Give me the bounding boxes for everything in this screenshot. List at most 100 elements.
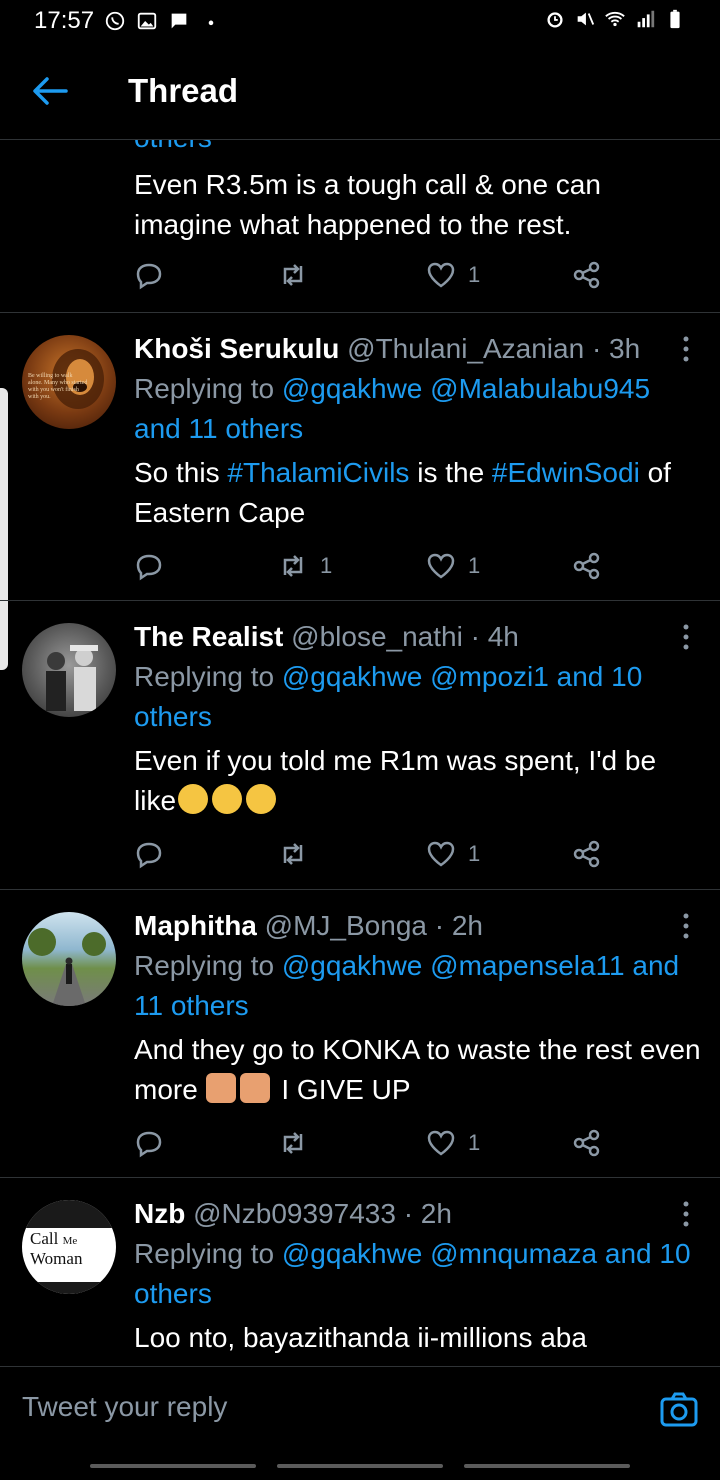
heart-icon [427, 841, 455, 867]
signal-icon [637, 10, 655, 28]
timestamp: · 2h [403, 1198, 452, 1229]
retweet-icon [283, 1132, 303, 1154]
replying-to: Replying to @gqakhwe @Malabulabu945 and … [134, 369, 704, 449]
avatar[interactable] [22, 912, 116, 1006]
share-icon [573, 261, 600, 289]
share-icon [573, 840, 600, 868]
like-count: 1 [468, 1130, 481, 1155]
display-name[interactable]: Maphitha [134, 910, 257, 941]
battery-icon [670, 9, 680, 29]
reply-icon [136, 263, 162, 290]
like-button[interactable]: 1 [426, 1126, 480, 1160]
nav-hint-left [90, 1464, 256, 1468]
whatsapp-icon [105, 11, 125, 31]
tweet-item[interactable]: others Even R3.5m is a tough call & one … [0, 140, 720, 313]
hashtag-link[interactable]: #EdwinSodi [492, 457, 640, 488]
share-button[interactable] [572, 1126, 602, 1160]
thread-feed[interactable]: others Even R3.5m is a tough call & one … [0, 140, 720, 1366]
camera-icon[interactable] [660, 1391, 698, 1429]
tweet-item[interactable]: Maphitha @MJ_Bonga · 2h Replying to @gqa… [0, 890, 720, 1178]
reply-compose-bar: Tweet your reply [0, 1366, 720, 1458]
display-name[interactable]: Nzb [134, 1198, 185, 1229]
share-button[interactable] [572, 549, 602, 583]
person-road-photo [28, 928, 106, 1006]
rolling-eyes-emoji [212, 784, 243, 814]
replying-to: Replying to @gqakhwe @mpozi1 and 10 othe… [134, 657, 704, 737]
message-icon [171, 13, 187, 29]
share-button[interactable] [572, 258, 602, 292]
retweet-button[interactable] [278, 258, 308, 292]
book-title-word: Call [30, 1229, 59, 1248]
like-count: 1 [468, 262, 481, 287]
nav-hint-center [277, 1464, 443, 1468]
shrug-emoji [239, 1073, 270, 1103]
text-part: So this [134, 457, 228, 488]
tweet-actions: 1 [134, 258, 614, 292]
reply-icon [136, 842, 162, 869]
like-count: 1 [468, 553, 481, 578]
avatar-quote: Be willing to walk alone. Many who start… [28, 373, 88, 400]
replying-prefix: Replying to [134, 661, 275, 692]
reply-button[interactable] [134, 1126, 164, 1160]
replying-prefix: Replying to [134, 1238, 275, 1269]
replying-to-partial[interactable]: others [134, 140, 704, 158]
status-time: 17:57 [34, 7, 95, 34]
retweet-count: 1 [320, 553, 333, 578]
retweet-icon [283, 264, 303, 286]
reply-button[interactable] [134, 837, 164, 871]
retweet-button[interactable] [278, 837, 308, 871]
retweet-button[interactable] [278, 1126, 308, 1160]
more-options-icon[interactable] [680, 335, 692, 363]
avatar[interactable] [22, 623, 116, 717]
more-options-icon[interactable] [680, 1200, 692, 1228]
reply-input[interactable]: Tweet your reply [22, 1391, 227, 1423]
text-part: is the [409, 457, 492, 488]
heart-icon [427, 1130, 455, 1156]
more-options-icon[interactable] [680, 912, 692, 940]
tweet-actions: 1 [134, 1126, 614, 1160]
reply-button[interactable] [134, 258, 164, 292]
rolling-eyes-emoji [178, 784, 209, 814]
tweet-meta: Khoši Serukulu @Thulani_Azanian · 3h [134, 329, 694, 369]
book-cover-bottom [22, 1282, 116, 1294]
handle[interactable]: @blose_nathi [291, 621, 463, 652]
nav-hint-right [464, 1464, 630, 1468]
retweet-button[interactable]: 1 [278, 549, 332, 583]
reply-button[interactable] [134, 549, 164, 583]
display-name[interactable]: Khoši Serukulu [134, 333, 339, 364]
handle[interactable]: @Thulani_Azanian [347, 333, 584, 364]
mute-icon [577, 12, 595, 26]
share-icon [573, 1129, 600, 1157]
avatar[interactable]: Be willing to walk alone. Many who start… [22, 335, 116, 429]
like-button[interactable]: 1 [426, 837, 480, 871]
replying-prefix: Replying to [134, 373, 275, 404]
like-button[interactable]: 1 [426, 549, 480, 583]
tweet-item[interactable]: Be willing to walk alone. Many who start… [0, 313, 720, 601]
replying-to: Replying to @gqakhwe @mapensela11 and 11… [134, 946, 704, 1026]
book-title-word: Woman [30, 1249, 83, 1268]
reply-icon [136, 1131, 162, 1158]
back-arrow-icon[interactable] [30, 74, 70, 108]
tweet-actions: 1 [134, 837, 614, 871]
tweet-item[interactable]: The Realist @blose_nathi · 4h Replying t… [0, 601, 720, 890]
handle[interactable]: @MJ_Bonga [265, 910, 427, 941]
heart-icon [427, 262, 455, 288]
handle[interactable]: @Nzb09397433 [193, 1198, 396, 1229]
status-bar: 17:57 [0, 0, 720, 42]
book-title-word: Me [62, 1235, 78, 1247]
wifi-icon [605, 11, 625, 27]
tweet-text: Even if you told me R1m was spent, I'd b… [134, 741, 704, 821]
thread-header: Thread [0, 42, 720, 140]
like-button[interactable]: 1 [426, 258, 480, 292]
tweet-text: So this #ThalamiCivils is the #EdwinSodi… [134, 453, 704, 533]
tweet-meta: Maphitha @MJ_Bonga · 2h [134, 906, 694, 946]
reply-icon [136, 554, 162, 581]
tweet-meta: Nzb @Nzb09397433 · 2h [134, 1194, 694, 1234]
share-button[interactable] [572, 837, 602, 871]
hashtag-link[interactable]: #ThalamiCivils [227, 457, 409, 488]
avatar[interactable]: Call Me Woman [22, 1200, 116, 1294]
timestamp: · 2h [434, 910, 483, 941]
more-options-icon[interactable] [680, 623, 692, 651]
display-name[interactable]: The Realist [134, 621, 283, 652]
tweet-item[interactable]: Call Me Woman Nzb @Nzb09397433 · 2h Repl… [0, 1178, 720, 1366]
